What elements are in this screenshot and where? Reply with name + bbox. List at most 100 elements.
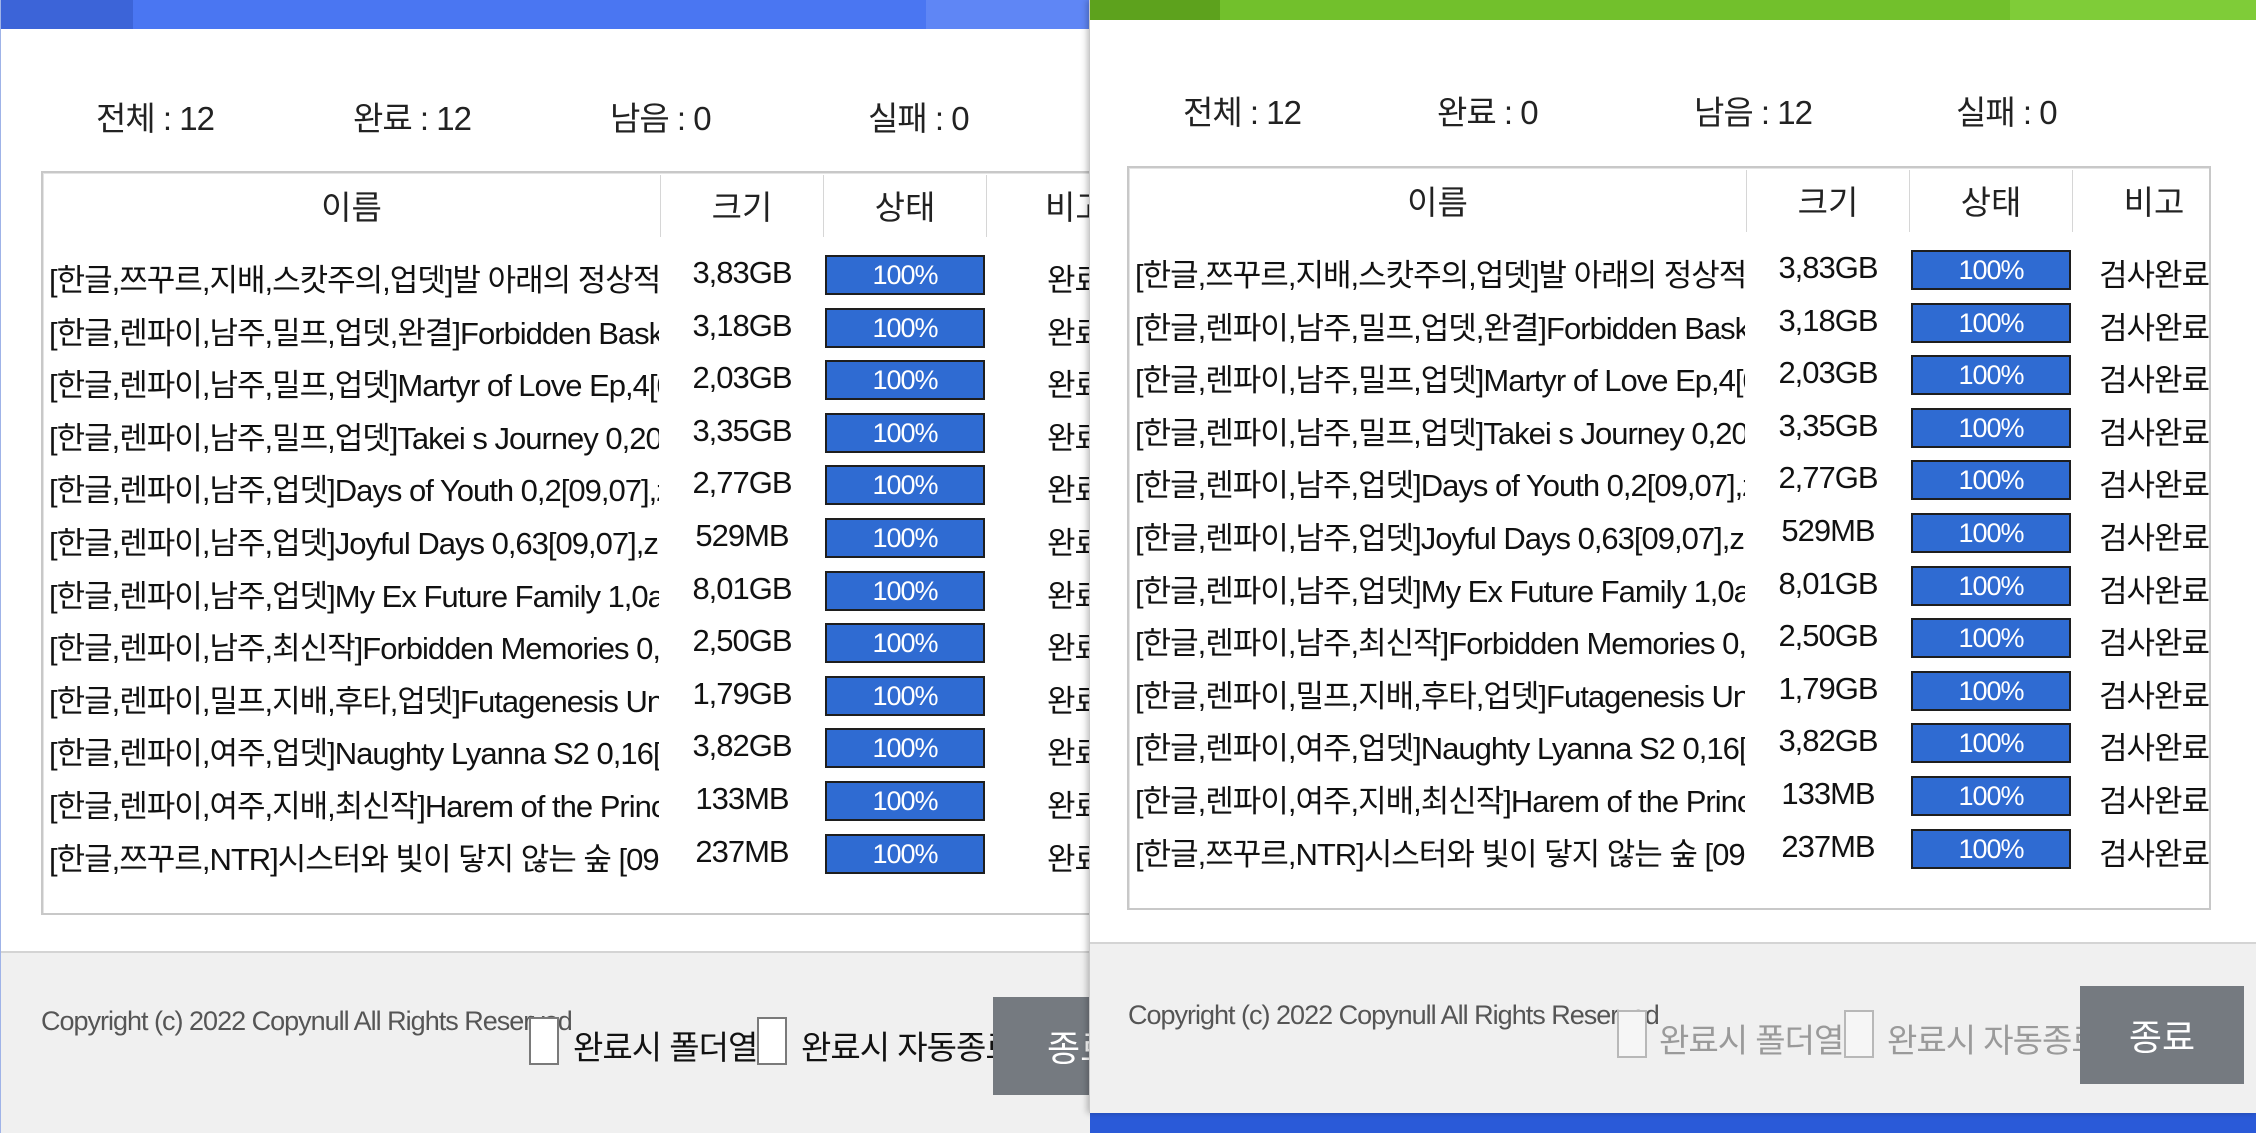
status-note: 검사완료 (2098, 784, 2210, 819)
file-size: 1,79GB (1778, 670, 1878, 706)
column-header-note[interactable]: 비고 (987, 181, 1090, 229)
table-row[interactable]: [한글,렌파이,남주,업뎃]Days of Youth 0,2[09,07],z… (43, 459, 1090, 511)
close-button[interactable]: 종료 (993, 997, 1090, 1095)
column-header-status[interactable]: 상태 (824, 181, 986, 229)
table-row[interactable]: [한글,쯔꾸르,NTR]시스터와 빛이 닿지 않는 숲 [09,07],zip,… (43, 828, 1090, 880)
progress-bar: 100% (825, 307, 985, 348)
progress-bar: 100% (825, 518, 985, 558)
file-size: 133MB (1781, 776, 1875, 811)
status-note: 검사완료 (2098, 521, 2210, 556)
table-row[interactable]: [한글,렌파이,남주,밀프,업뎃,완결]Forbidden Basketball… (1129, 297, 2209, 349)
column-header-status[interactable]: 상태 (1910, 176, 2072, 224)
file-list[interactable]: 이름 크기 상태 비고 [한글,쯔꾸르,지배,스캇주의,업뎃]발 아래의 정상적… (41, 171, 1090, 915)
progress-bar: 100% (1911, 407, 2071, 448)
status-note: 검사완료 (2098, 678, 2210, 714)
table-row[interactable]: [한글,렌파이,남주,업뎃]Joyful Days 0,63[09,07],zi… (1129, 507, 2209, 559)
progress-bar: 100% (825, 728, 985, 769)
table-row[interactable]: [한글,렌파이,밀프,지배,후타,업뎃]Futagenesis Unveiled… (1129, 665, 2209, 717)
table-row[interactable]: [한글,렌파이,여주,지배,최신작]Harem of the Princess … (1129, 770, 2209, 822)
column-header-size[interactable]: 크기 (1747, 176, 1909, 224)
file-name: [한글,렌파이,여주,업뎃]Naughty Lyanna S2 0,16[09,… (1135, 731, 1745, 767)
file-size: 2,50GB (692, 623, 792, 659)
open-folder-label[interactable]: 완료시 폴더열기 (573, 1021, 788, 1069)
status-note: 완료 (1047, 736, 1090, 772)
table-row[interactable]: [한글,렌파이,남주,업뎃]My Ex Future Family 1,0a[0… (1129, 560, 2209, 612)
auto-close-label[interactable]: 완료시 자동종료 (801, 1021, 1016, 1069)
column-header-note[interactable]: 비고 (2073, 176, 2209, 224)
file-size: 3,83GB (692, 255, 792, 290)
file-name: [한글,렌파이,남주,밀프,업뎃]Martyr of Love Ep,4[09,… (49, 368, 659, 404)
status-note: 검사완료 (2098, 415, 2210, 451)
table-row[interactable]: [한글,렌파이,여주,업뎃]Naughty Lyanna S2 0,16[09,… (1129, 717, 2209, 769)
file-size: 133MB (695, 781, 789, 816)
file-name: [한글,렌파이,남주,밀프,업뎃]Martyr of Love Ep,4[09,… (1135, 363, 1745, 399)
auto-close-checkbox[interactable] (1844, 1010, 1874, 1058)
column-header-name[interactable]: 이름 (43, 181, 660, 229)
file-name: [한글,렌파이,남주,밀프,업뎃,완결]Forbidden Basketball… (1135, 310, 1745, 346)
failed-count: 실패 : 0 (868, 100, 970, 137)
title-bar[interactable] (1090, 0, 2256, 20)
file-name: [한글,렌파이,남주,업뎃]Days of Youth 0,2[09,07],z… (49, 473, 659, 509)
table-row[interactable]: [한글,렌파이,남주,밀프,업뎃]Martyr of Love Ep,4[09,… (43, 354, 1090, 406)
progress-bar: 100% (1911, 513, 2071, 553)
file-name: [한글,렌파이,밀프,지배,후타,업뎃]Futagenesis Unveiled… (49, 683, 659, 719)
status-note: 완료 (1047, 420, 1090, 456)
file-size: 3,18GB (1778, 302, 1878, 338)
file-list[interactable]: 이름 크기 상태 비고 [한글,쯔꾸르,지배,스캇주의,업뎃]발 아래의 정상적… (1127, 166, 2211, 910)
file-name: [한글,쯔꾸르,NTR]시스터와 빛이 닿지 않는 숲 [09,07],zip,… (49, 841, 659, 877)
title-bar[interactable] (1, 0, 1090, 29)
table-row[interactable]: [한글,렌파이,남주,밀프,업뎃]Martyr of Love Ep,4[09,… (1129, 349, 2209, 401)
status-note: 검사완료 (2098, 731, 2210, 767)
open-folder-checkbox[interactable] (529, 1017, 559, 1065)
table-row[interactable]: [한글,렌파이,여주,지배,최신작]Harem of the Princess … (43, 775, 1090, 827)
column-header-size[interactable]: 크기 (661, 181, 823, 229)
table-row[interactable]: [한글,쯔꾸르,지배,스캇주의,업뎃]발 아래의 정상적인 생활 1.9 3,83… (43, 249, 1090, 301)
table-row[interactable]: [한글,렌파이,밀프,지배,후타,업뎃]Futagenesis Unveiled… (43, 670, 1090, 722)
table-row[interactable]: [한글,렌파이,남주,최신작]Forbidden Memories 0,3[09… (43, 617, 1090, 669)
file-size: 1,79GB (692, 675, 792, 711)
total-count: 전체 : 12 (96, 100, 215, 137)
status-note: 완료 (1047, 631, 1090, 667)
done-count: 완료 : 12 (353, 100, 472, 137)
total-count: 전체 : 12 (1183, 94, 1302, 131)
footer: Copyright (c) 2022 Copynull All Rights R… (1090, 942, 2256, 1113)
progress-bar: 100% (1911, 776, 2071, 816)
remaining-count: 남음 : 12 (1694, 94, 1813, 131)
table-row[interactable]: [한글,렌파이,남주,밀프,업뎃,완결]Forbidden Basketball… (43, 302, 1090, 354)
table-row[interactable]: [한글,렌파이,남주,밀프,업뎃]Takei s Journey 0,20 Pa… (43, 407, 1090, 459)
progress-bar: 100% (1911, 670, 2071, 711)
table-row[interactable]: [한글,쯔꾸르,NTR]시스터와 빛이 닿지 않는 숲 [09,07],zip,… (1129, 823, 2209, 875)
progress-bar: 100% (1911, 828, 2071, 869)
status-note: 검사완료 (2098, 310, 2210, 346)
auto-close-label[interactable]: 완료시 자동종료 (1887, 1014, 2102, 1062)
file-size: 237MB (695, 833, 789, 869)
status-note: 완료 (1047, 526, 1090, 561)
progress-bar: 100% (825, 255, 985, 295)
column-header-name[interactable]: 이름 (1129, 176, 1746, 224)
table-row[interactable]: [한글,렌파이,여주,업뎃]Naughty Lyanna S2 0,16[09,… (43, 722, 1090, 774)
table-row[interactable]: [한글,쯔꾸르,지배,스캇주의,업뎃]발 아래의 정상적인 생활 1,9 3,83… (1129, 244, 2209, 296)
file-name: [한글,렌파이,남주,밀프,업뎃,완결]Forbidden Basketball… (49, 315, 659, 351)
file-size: 3,35GB (1778, 407, 1878, 443)
file-name: [한글,쯔꾸르,지배,스캇주의,업뎃]발 아래의 정상적인 생활 1,9 (1135, 258, 1745, 293)
file-size: 3,35GB (692, 412, 792, 448)
progress-bar: 100% (1911, 250, 2071, 290)
progress-bar: 100% (1911, 355, 2071, 396)
open-folder-label[interactable]: 완료시 폴더열기 (1659, 1014, 1874, 1062)
progress-bar: 100% (825, 833, 985, 874)
file-name: [한글,렌파이,남주,업뎃]Days of Youth 0,2[09,07],z… (1135, 468, 1745, 504)
table-row[interactable]: [한글,렌파이,남주,밀프,업뎃]Takei s Journey 0,20 Pa… (1129, 402, 2209, 454)
progress-bar: 100% (1911, 618, 2071, 659)
close-button[interactable]: 종료 (2080, 986, 2244, 1084)
table-row[interactable]: [한글,렌파이,남주,최신작]Forbidden Memories 0,3[09… (1129, 612, 2209, 664)
table-row[interactable]: [한글,렌파이,남주,업뎃]Joyful Days 0,63[09,07],zi… (43, 512, 1090, 564)
file-size: 3,18GB (692, 307, 792, 343)
stats-bar: 전체 : 12 완료 : 0 남음 : 12 실패 : 0 (1090, 86, 2256, 146)
open-folder-checkbox[interactable] (1617, 1010, 1647, 1058)
auto-close-checkbox[interactable] (757, 1017, 787, 1065)
file-size: 2,03GB (1778, 355, 1878, 391)
table-row[interactable]: [한글,렌파이,남주,업뎃]My Ex Future Family 1,0a[0… (43, 565, 1090, 617)
file-name: [한글,렌파이,여주,지배,최신작]Harem of the Princess … (49, 789, 659, 824)
table-row[interactable]: [한글,렌파이,남주,업뎃]Days of Youth 0,2[09,07],z… (1129, 454, 2209, 506)
status-note: 완료 (1047, 263, 1090, 298)
